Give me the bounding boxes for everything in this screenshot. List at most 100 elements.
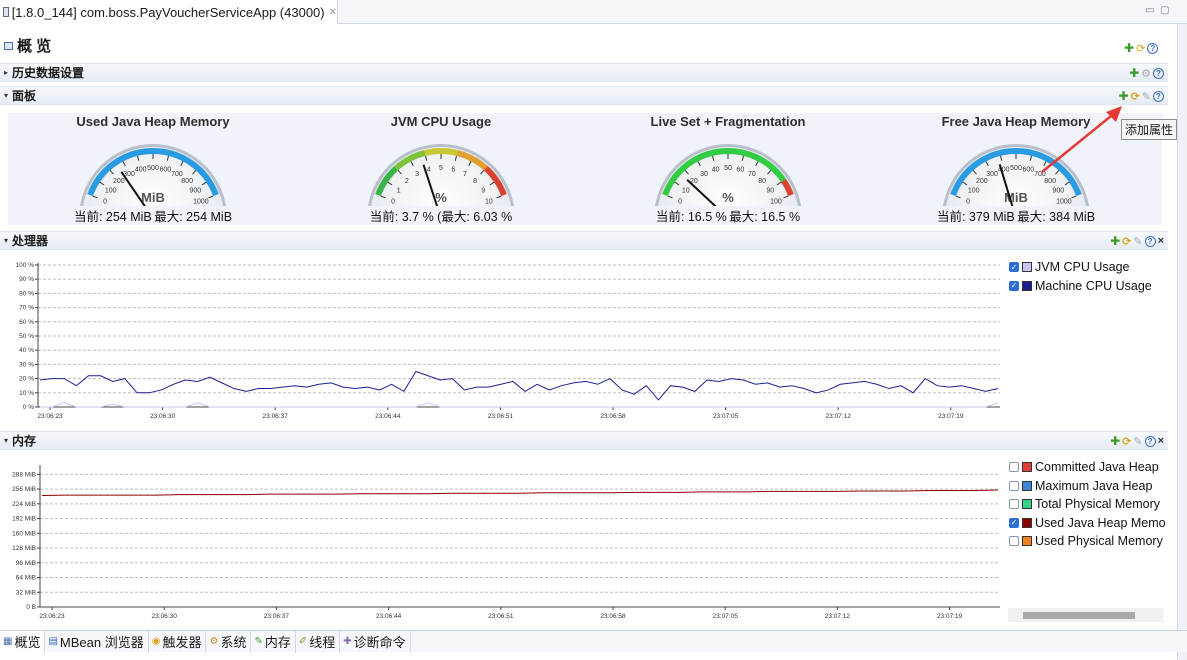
- legend-item[interactable]: Used Physical Memory: [1009, 532, 1166, 551]
- tab-triggers[interactable]: ◉ 触发器: [149, 630, 207, 653]
- legend-item[interactable]: ✓ Used Java Heap Memo: [1009, 514, 1166, 533]
- gauge-tick-label: 0: [966, 199, 970, 206]
- checkbox-unchecked[interactable]: [1009, 499, 1019, 510]
- legend-item[interactable]: Maximum Java Heap: [1009, 477, 1166, 496]
- gauge-footer: 当前: 379 MiB 最大: 384 MiB: [936, 210, 1096, 224]
- scrollbar-thumb[interactable]: [1023, 612, 1135, 619]
- gauge-tick-label: 900: [1052, 187, 1064, 194]
- checkbox-checked[interactable]: ✓: [1009, 280, 1019, 291]
- section-dashboard[interactable]: ▾ 面板 ✚ ⟳ ✎ ?: [0, 86, 1168, 105]
- close-icon[interactable]: ✕: [329, 7, 337, 18]
- checkbox-checked[interactable]: ✓: [1009, 517, 1019, 528]
- memory-chart: 0 B 32 MiB 64 MiB 96 MiB 128 MiB 160 MiB 192 M…: [12, 465, 1000, 620]
- gauge-tick-label: 90: [766, 187, 774, 194]
- section-history[interactable]: ▸ 历史数据设置 ✚ ⚙ ?: [0, 63, 1168, 82]
- annotation-arrow: [1041, 106, 1122, 173]
- tab-diagnostic-commands[interactable]: ✚ 诊断命令: [340, 630, 411, 653]
- add-icon[interactable]: ✚: [1124, 41, 1134, 55]
- edit-icon[interactable]: ✎: [1133, 235, 1142, 248]
- section-dashboard-title: 面板: [12, 89, 37, 103]
- gauge-unit: MiB: [141, 190, 165, 205]
- y-tick-label: 90 %: [19, 276, 34, 283]
- series-line: [41, 489, 999, 497]
- help-icon[interactable]: ?: [1144, 235, 1156, 247]
- overview-icon: [4, 41, 13, 50]
- add-icon[interactable]: ✚: [1129, 66, 1139, 80]
- legend-label: Committed Java Heap: [1035, 460, 1159, 475]
- tab-system[interactable]: ⚙ 系统: [206, 630, 252, 653]
- legend-label: JVM CPU Usage: [1035, 260, 1130, 275]
- close-icon[interactable]: ×: [1158, 235, 1164, 247]
- help-icon[interactable]: ?: [1153, 67, 1164, 79]
- x-tick-label: 23:06:44: [375, 413, 401, 420]
- legend-item[interactable]: Committed Java Heap: [1009, 458, 1166, 477]
- gauge-jvm-cpu[interactable]: JVM CPU Usage 0 1 2 3 4 5 6 7 8 9 10% 当前: 3.7 % (最…: [316, 113, 566, 225]
- gauge-tick-label: 100: [968, 187, 980, 194]
- checkbox-checked[interactable]: ✓: [1009, 262, 1019, 273]
- gauge-title: Live Set + Fragmentation: [650, 114, 806, 129]
- gauge-title: Used Java Heap Memory: [76, 114, 230, 129]
- x-tick-label: 23:06:23: [37, 413, 63, 420]
- settings-icon[interactable]: ⚙: [1141, 67, 1151, 80]
- refresh-icon[interactable]: ⟳: [1122, 235, 1131, 248]
- gauge-tick-label: 10: [485, 199, 493, 206]
- section-memory-title: 内存: [12, 434, 37, 448]
- gauge-footer: 当前: 3.7 % (最大: 6.03 %: [369, 210, 513, 224]
- history-toolbar: ✚ ⚙ ?: [1129, 66, 1164, 80]
- collapse-arrow-icon[interactable]: ▾: [4, 436, 8, 445]
- edit-icon[interactable]: ✎: [1142, 90, 1151, 103]
- y-tick-label: 50 %: [19, 333, 34, 340]
- gauge-tick-label: 100: [770, 199, 782, 206]
- legend-label: Used Java Heap Memo: [1035, 515, 1166, 530]
- edit-icon[interactable]: ✎: [1133, 435, 1142, 448]
- gauge-tick-label: 3: [415, 171, 419, 178]
- section-memory[interactable]: ▾ 内存 ✚ ⟳ ✎ ? ×: [0, 431, 1168, 450]
- add-icon[interactable]: ✚: [1110, 434, 1120, 448]
- tab-mbean-browser[interactable]: ▤ MBean 浏览器: [45, 630, 149, 653]
- y-tick-label: 60 %: [19, 319, 34, 326]
- tab-memory[interactable]: ✎ 内存: [251, 630, 296, 653]
- refresh-icon[interactable]: ⟳: [1131, 90, 1140, 103]
- y-tick-label: 64 MiB: [16, 575, 36, 582]
- expand-arrow-icon[interactable]: ▸: [4, 68, 8, 77]
- tab-label: 触发器: [162, 635, 202, 650]
- close-icon[interactable]: ×: [1158, 435, 1164, 447]
- gauge-arc: [424, 148, 458, 156]
- legend-item[interactable]: ✓ JVM CPU Usage: [1009, 258, 1152, 277]
- help-icon[interactable]: ?: [1147, 42, 1159, 54]
- tab-overview[interactable]: ▦ 概览: [0, 630, 46, 653]
- maximize-icon[interactable]: ▢: [1160, 5, 1169, 16]
- gauge-live-set[interactable]: Live Set + Fragmentation 0 10 20 30 40 50 60 70…: [603, 113, 853, 225]
- checkbox-unchecked[interactable]: [1009, 536, 1019, 547]
- editor-tab[interactable]: [1.8.0_144] com.boss.PayVoucherServiceAp…: [0, 0, 338, 24]
- minimize-icon[interactable]: ▭: [1145, 5, 1154, 16]
- side-trim: [1177, 24, 1187, 660]
- color-swatch: [1022, 499, 1032, 510]
- checkbox-unchecked[interactable]: [1009, 462, 1019, 473]
- processor-toolbar: ✚ ⟳ ✎ ? ×: [1110, 234, 1164, 248]
- legend-item[interactable]: Total Physical Memory: [1009, 495, 1166, 514]
- gauge-dial: 01234 5 678910%: [367, 144, 515, 206]
- gauge-heap-used[interactable]: Used Java Heap Memory 0 100 200 300 400 500 60…: [28, 113, 278, 225]
- color-swatch: [1022, 536, 1032, 547]
- refresh-icon[interactable]: ⟳: [1122, 435, 1131, 448]
- tab-threads[interactable]: ✐ 线程: [296, 630, 341, 653]
- section-history-title: 历史数据设置: [12, 66, 85, 80]
- refresh-icon[interactable]: ⟳: [1136, 42, 1145, 55]
- legend-item[interactable]: ✓ Machine CPU Usage: [1009, 277, 1152, 296]
- cpu-legend: ✓ JVM CPU Usage ✓ Machine CPU Usage: [1009, 258, 1152, 295]
- y-tick-label: 160 MiB: [12, 530, 36, 537]
- checkbox-unchecked[interactable]: [1009, 480, 1019, 491]
- section-processor[interactable]: ▾ 处理器 ✚ ⟳ ✎ ? ×: [0, 231, 1168, 250]
- help-icon[interactable]: ?: [1153, 90, 1164, 102]
- collapse-arrow-icon[interactable]: ▾: [4, 91, 8, 100]
- gauge-tick-label: 70: [748, 171, 756, 178]
- help-icon[interactable]: ?: [1144, 435, 1156, 447]
- collapse-arrow-icon[interactable]: ▾: [4, 236, 8, 245]
- trigger-icon: ◉: [151, 636, 161, 647]
- color-swatch: [1022, 462, 1032, 473]
- tab-label: 内存: [264, 635, 291, 650]
- add-icon[interactable]: ✚: [1110, 234, 1120, 248]
- memory-legend: Committed Java Heap Maximum Java Heap To…: [1009, 458, 1166, 551]
- tab-label: 系统: [220, 635, 247, 650]
